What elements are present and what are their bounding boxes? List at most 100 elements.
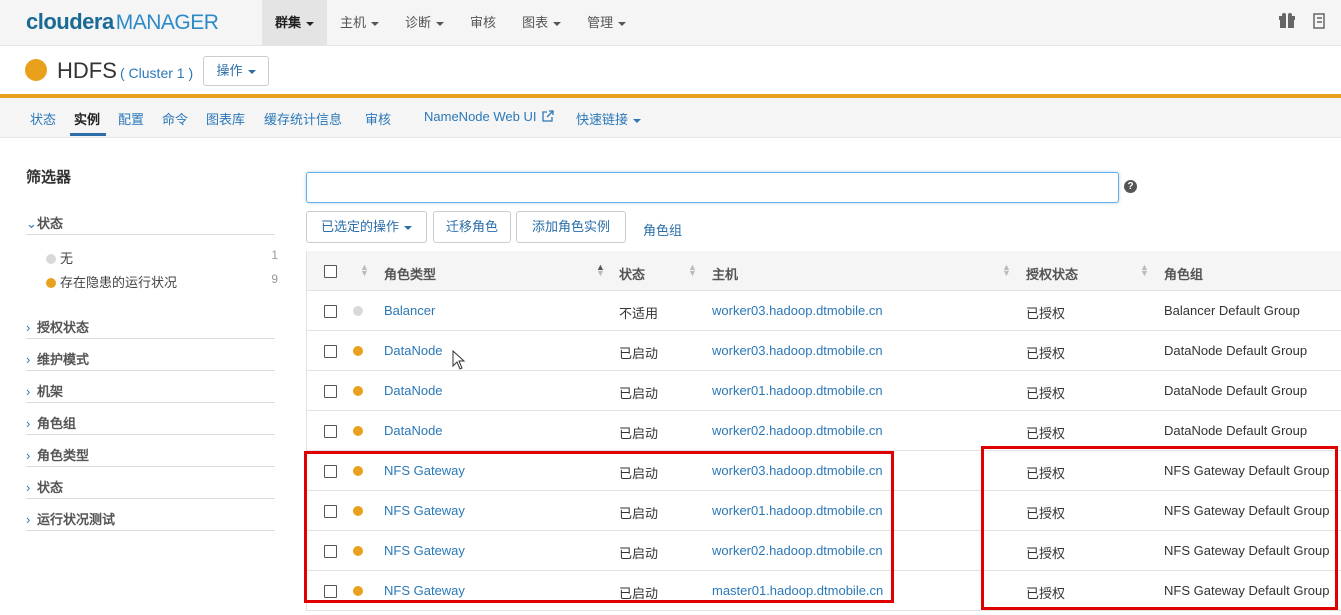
row-checkbox[interactable] [324, 585, 337, 598]
sort-icon[interactable]: ▲ ▼ [688, 263, 697, 278]
tab-commands[interactable]: 命令 [162, 109, 188, 128]
host-link[interactable]: worker02.hadoop.dtmobile.cn [712, 543, 883, 558]
role-type-link[interactable]: NFS Gateway [384, 583, 465, 598]
facet-maintenance-mode[interactable]: › 维护模式 [26, 349, 275, 371]
selected-actions-button[interactable]: 已选定的操作 [306, 211, 427, 243]
filter-option-concerning[interactable]: 存在隐患的运行状况 9 [46, 272, 278, 291]
facet-status-expanded[interactable]: ⌄状态 [26, 213, 275, 235]
row-checkbox[interactable] [324, 465, 337, 478]
cluster-link[interactable]: ( Cluster 1 ) [120, 65, 193, 81]
role-type-link[interactable]: NFS Gateway [384, 463, 465, 478]
role-type-link[interactable]: NFS Gateway [384, 543, 465, 558]
table-row[interactable]: NFS Gateway 已启动 worker02.hadoop.dtmobile… [307, 531, 1341, 571]
row-checkbox[interactable] [324, 305, 337, 318]
role-group: DataNode Default Group [1164, 383, 1308, 398]
sort-icon[interactable]: ▲ ▼ [360, 263, 369, 278]
authorization-status: 已授权 [1026, 586, 1066, 601]
facet-authorization-status[interactable]: › 授权状态 [26, 317, 275, 339]
role-type-link[interactable]: DataNode [384, 383, 443, 398]
nav-item-admin[interactable]: 管理 [574, 0, 639, 46]
row-checkbox[interactable] [324, 425, 337, 438]
tab-charts-library[interactable]: 图表库 [206, 109, 245, 128]
role-groups-link[interactable]: 角色组 [643, 220, 682, 239]
role-type-link[interactable]: NFS Gateway [384, 503, 465, 518]
table-row[interactable]: NFS Gateway 已启动 worker01.hadoop.dtmobile… [307, 491, 1341, 531]
facet-rack[interactable]: › 机架 [26, 381, 275, 403]
tab-configuration[interactable]: 配置 [118, 109, 144, 128]
chevron-right-icon: › [26, 416, 31, 431]
role-group: DataNode Default Group [1164, 423, 1308, 438]
facet-role-group[interactable]: › 角色组 [26, 413, 275, 435]
parcel-icon[interactable] [1279, 13, 1295, 29]
select-all-checkbox[interactable] [324, 265, 337, 278]
header-role-type[interactable]: 角色类型 [384, 264, 436, 283]
sort-icon[interactable]: ▲ ▼ [1002, 263, 1011, 278]
running-commands-icon[interactable] [1311, 13, 1327, 29]
nav-item-clusters[interactable]: 群集 [262, 0, 328, 46]
role-type-link[interactable]: DataNode [384, 423, 443, 438]
main-nav: 群集 主机 诊断 审核 图表 管理 [262, 0, 639, 46]
tab-cache-stats[interactable]: 缓存统计信息 [264, 109, 342, 128]
role-type-link[interactable]: DataNode [384, 343, 443, 358]
status-none-icon [46, 254, 56, 264]
table-row[interactable]: Balancer 不适用 worker03.hadoop.dtmobile.cn… [307, 291, 1341, 331]
role-state: 已启动 [619, 586, 659, 601]
tab-instances[interactable]: 实例 [74, 109, 100, 128]
tab-status[interactable]: 状态 [30, 109, 56, 128]
role-state: 已启动 [619, 466, 659, 481]
header-authorization-status[interactable]: 授权状态 [1026, 264, 1078, 283]
header-state[interactable]: 状态 [619, 264, 645, 283]
caret-down-icon [633, 118, 642, 123]
table-row[interactable]: NFS Gateway 已启动 worker03.hadoop.dtmobile… [307, 451, 1341, 491]
table-row[interactable]: DataNode 已启动 worker01.hadoop.dtmobile.cn… [307, 371, 1341, 411]
nav-item-charts[interactable]: 图表 [509, 0, 574, 46]
role-type-link[interactable]: Balancer [384, 303, 435, 318]
tab-namenode-web-ui[interactable]: NameNode Web UI [424, 109, 554, 124]
external-link-icon [542, 110, 554, 122]
host-link[interactable]: worker03.hadoop.dtmobile.cn [712, 303, 883, 318]
service-header: HDFS ( Cluster 1 ) 操作 [0, 46, 1341, 94]
facet-role-type[interactable]: › 角色类型 [26, 445, 275, 467]
search-input[interactable] [306, 172, 1119, 203]
help-icon[interactable]: ? [1124, 180, 1137, 193]
host-link[interactable]: worker01.hadoop.dtmobile.cn [712, 503, 883, 518]
authorization-status: 已授权 [1026, 386, 1066, 401]
role-state: 已启动 [619, 346, 659, 361]
nav-item-hosts[interactable]: 主机 [327, 0, 392, 46]
facet-state[interactable]: › 状态 [26, 477, 275, 499]
actions-button[interactable]: 操作 [203, 56, 269, 86]
cloudera-logo[interactable]: clouderaMANAGER [26, 9, 219, 35]
header-role-group[interactable]: 角色组 [1164, 264, 1203, 283]
role-state: 已启动 [619, 506, 659, 521]
header-host[interactable]: 主机 [712, 264, 738, 283]
nav-item-audits[interactable]: 审核 [457, 0, 509, 46]
top-navbar: clouderaMANAGER 群集 主机 诊断 审核 图表 管理 [0, 0, 1341, 46]
migrate-roles-button[interactable]: 迁移角色 [433, 211, 511, 243]
health-concerning-icon [353, 346, 363, 356]
mouse-cursor-icon [452, 350, 466, 370]
facet-health-tests[interactable]: › 运行状况测试 [26, 509, 275, 531]
authorization-status: 已授权 [1026, 306, 1066, 321]
sort-asc-icon[interactable]: ▲ ▼ [596, 263, 605, 278]
host-link[interactable]: worker03.hadoop.dtmobile.cn [712, 463, 883, 478]
add-role-instances-button[interactable]: 添加角色实例 [516, 211, 626, 243]
host-link[interactable]: master01.hadoop.dtmobile.cn [712, 583, 883, 598]
health-concerning-icon [353, 546, 363, 556]
filter-option-none[interactable]: 无1 [46, 248, 278, 267]
nav-item-diagnostics[interactable]: 诊断 [392, 0, 457, 46]
authorization-status: 已授权 [1026, 506, 1066, 521]
row-checkbox[interactable] [324, 545, 337, 558]
table-row[interactable]: DataNode 已启动 worker02.hadoop.dtmobile.cn… [307, 411, 1341, 451]
host-link[interactable]: worker01.hadoop.dtmobile.cn [712, 383, 883, 398]
sort-icon[interactable]: ▲ ▼ [1140, 263, 1149, 278]
table-row[interactable]: NFS Gateway 已启动 master01.hadoop.dtmobile… [307, 571, 1341, 611]
tab-quick-links[interactable]: 快速链接 [576, 109, 642, 128]
row-checkbox[interactable] [324, 345, 337, 358]
tab-audits[interactable]: 审核 [365, 109, 391, 128]
caret-down-icon [306, 21, 315, 26]
row-checkbox[interactable] [324, 385, 337, 398]
host-link[interactable]: worker03.hadoop.dtmobile.cn [712, 343, 883, 358]
host-link[interactable]: worker02.hadoop.dtmobile.cn [712, 423, 883, 438]
table-header: ▲ ▼ 角色类型 ▲ ▼ 状态 ▲ ▼ 主机 ▲ ▼ 授权状态 ▲ ▼ 角色组 [307, 251, 1341, 291]
row-checkbox[interactable] [324, 505, 337, 518]
